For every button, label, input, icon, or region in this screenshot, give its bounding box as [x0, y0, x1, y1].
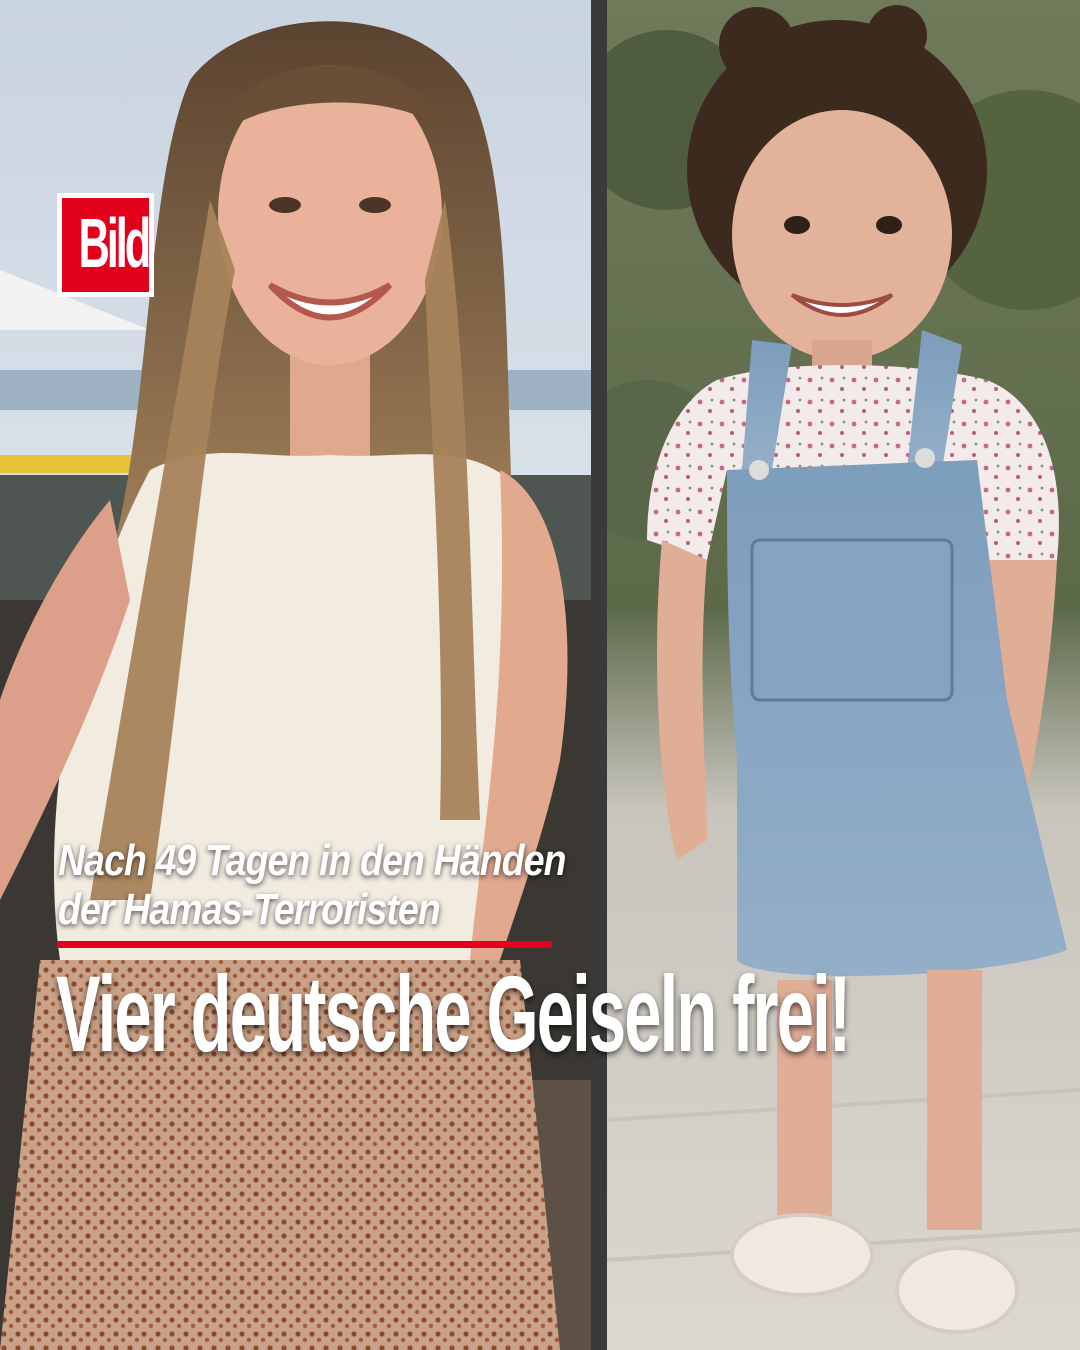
bild-logo-mark: Bild [62, 198, 149, 292]
kicker-line-1: Nach 49 Tagen in den Händen [58, 836, 567, 885]
photo-divider [591, 0, 607, 1350]
bild-logo-text: Bild [78, 204, 149, 282]
headline: Vier deutsche Geiseln frei! [56, 953, 851, 1074]
photo-girl [607, 0, 1080, 1350]
kicker-line-2: der Hamas-Terroristen [58, 885, 441, 934]
red-rule [57, 941, 552, 948]
bild-logo: Bild [57, 193, 154, 297]
kicker: Nach 49 Tagen in den Händen der Hamas-Te… [58, 836, 823, 934]
post-card: Bild Nach 49 Tagen in den Händen der Ham… [0, 0, 1080, 1350]
